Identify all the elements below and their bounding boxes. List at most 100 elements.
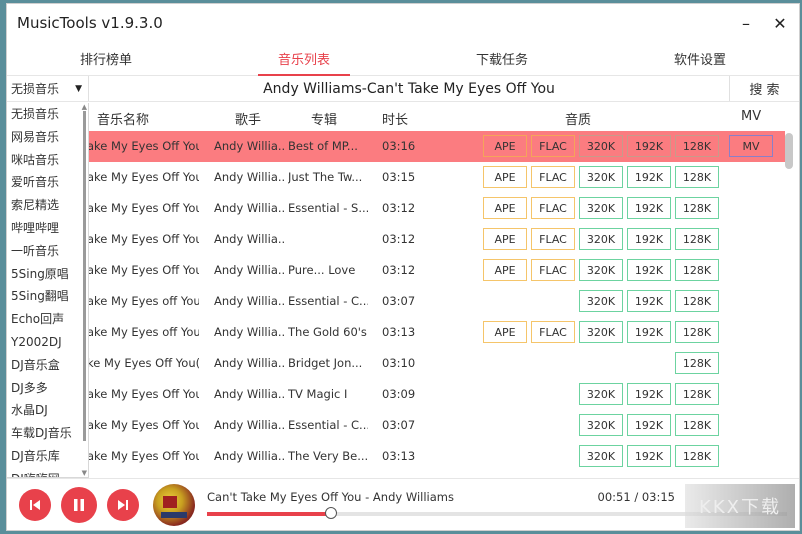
quality-128k-button[interactable]: 128K: [675, 228, 719, 250]
source-option[interactable]: 爱听音乐: [7, 171, 88, 194]
previous-button[interactable]: [19, 489, 51, 521]
tab-charts[interactable]: 排行榜单: [7, 42, 205, 75]
flac-button[interactable]: FLAC: [531, 197, 575, 219]
quality-192k-button[interactable]: 192K: [627, 197, 671, 219]
song-duration: 03:07: [382, 418, 416, 432]
scroll-up-icon[interactable]: ▲: [82, 103, 87, 111]
quality-192k-button[interactable]: 192K: [627, 166, 671, 188]
quality-320k-button[interactable]: 320K: [579, 135, 623, 157]
quality-320k-button[interactable]: 320K: [579, 445, 623, 467]
source-option[interactable]: DJ嗨嗨网: [7, 468, 88, 477]
table-row[interactable]: ake My Eyes Off You Andy Willia... Essenti…: [7, 193, 785, 224]
table-row[interactable]: ake My Eyes Off You Andy Willia... Just Th…: [7, 162, 785, 193]
song-artist: Andy Willia...: [214, 387, 286, 401]
source-option[interactable]: 水晶DJ: [7, 399, 88, 422]
source-option[interactable]: 索尼精选: [7, 194, 88, 217]
search-input[interactable]: [89, 76, 729, 101]
list-scrollbar[interactable]: [785, 133, 793, 169]
mv-button[interactable]: MV: [729, 135, 773, 157]
quality-192k-button[interactable]: 192K: [627, 259, 671, 281]
source-option[interactable]: 5Sing原唱: [7, 263, 88, 286]
table-row[interactable]: ake My Eyes Off You Andy Willia... 03:12 AP…: [7, 224, 785, 255]
quality-192k-button[interactable]: 192K: [627, 321, 671, 343]
table-row[interactable]: ke My Eyes Off You(U... Andy Willia...Bri…: [7, 348, 785, 379]
close-button[interactable]: ✕: [769, 12, 791, 34]
table-row[interactable]: ake My Eyes off You Andy Willia... The Gol…: [7, 317, 785, 348]
table-row[interactable]: ake My Eyes Off You Andy Willia... TV Magi…: [7, 379, 785, 410]
dropdown-scrollbar[interactable]: [83, 111, 86, 441]
quality-192k-button[interactable]: 192K: [627, 290, 671, 312]
source-option[interactable]: Y2002DJ: [7, 331, 88, 354]
ape-button[interactable]: APE: [483, 135, 527, 157]
quality-128k-button[interactable]: 128K: [675, 383, 719, 405]
flac-button[interactable]: FLAC: [531, 135, 575, 157]
quality-128k-button[interactable]: 128K: [675, 197, 719, 219]
ape-button[interactable]: APE: [483, 197, 527, 219]
quality-320k-button[interactable]: 320K: [579, 414, 623, 436]
ape-button[interactable]: APE: [483, 166, 527, 188]
source-select[interactable]: 无损音乐 ▼: [7, 76, 89, 101]
quality-320k-button[interactable]: 320K: [579, 383, 623, 405]
song-album: The Very Be...: [288, 449, 368, 463]
scroll-down-icon[interactable]: ▼: [82, 469, 87, 477]
source-option[interactable]: DJ音乐盒: [7, 354, 88, 377]
header-artist: 歌手: [235, 113, 262, 128]
quality-320k-button[interactable]: 320K: [579, 197, 623, 219]
progress-handle[interactable]: [324, 507, 337, 519]
quality-320k-button[interactable]: 320K: [579, 166, 623, 188]
source-option[interactable]: 车载DJ音乐: [7, 422, 88, 445]
quality-128k-button[interactable]: 128K: [675, 166, 719, 188]
flac-button[interactable]: FLAC: [531, 166, 575, 188]
source-option[interactable]: 无损音乐: [7, 103, 88, 126]
next-button[interactable]: [107, 489, 139, 521]
quality-128k-button[interactable]: 128K: [675, 259, 719, 281]
pause-button[interactable]: [61, 487, 97, 523]
quality-128k-button[interactable]: 128K: [675, 290, 719, 312]
quality-128k-button[interactable]: 128K: [675, 352, 719, 374]
quality-320k-button[interactable]: 320K: [579, 259, 623, 281]
tab-downloads[interactable]: 下载任务: [403, 42, 601, 75]
quality-128k-button[interactable]: 128K: [675, 321, 719, 343]
title-bar: MusicTools v1.9.3.0 – ✕: [7, 4, 799, 42]
minimize-icon: –: [742, 13, 750, 33]
quality-192k-button[interactable]: 192K: [627, 228, 671, 250]
flac-button[interactable]: FLAC: [531, 321, 575, 343]
quality-192k-button[interactable]: 192K: [627, 445, 671, 467]
table-row[interactable]: ake My Eyes Off You Andy Willia... Best of…: [7, 131, 785, 162]
flac-button[interactable]: FLAC: [531, 259, 575, 281]
source-option[interactable]: 哔哩哔哩: [7, 217, 88, 240]
source-option[interactable]: Echo回声: [7, 308, 88, 331]
song-duration: 03:09: [382, 387, 416, 401]
search-button[interactable]: 搜 索: [729, 76, 799, 101]
source-option[interactable]: 一听音乐: [7, 240, 88, 263]
song-album: Just The Tw...: [288, 170, 363, 184]
quality-128k-button[interactable]: 128K: [675, 414, 719, 436]
ape-button[interactable]: APE: [483, 228, 527, 250]
source-option[interactable]: 5Sing翻唱: [7, 285, 88, 308]
tab-music-list[interactable]: 音乐列表: [205, 42, 403, 75]
minimize-button[interactable]: –: [735, 12, 757, 34]
quality-320k-button[interactable]: 320K: [579, 290, 623, 312]
ape-button[interactable]: APE: [483, 321, 527, 343]
quality-128k-button[interactable]: 128K: [675, 445, 719, 467]
source-option[interactable]: 网易音乐: [7, 126, 88, 149]
watermark: KKX下载: [685, 484, 795, 528]
tab-settings[interactable]: 软件设置: [601, 42, 799, 75]
table-row[interactable]: ake My Eyes Off You Andy Willia... Pure...…: [7, 255, 785, 286]
quality-320k-button[interactable]: 320K: [579, 321, 623, 343]
quality-128k-button[interactable]: 128K: [675, 135, 719, 157]
source-option[interactable]: DJ音乐库: [7, 445, 88, 468]
table-row[interactable]: ake My Eyes Off You Andy Willia... Essenti…: [7, 410, 785, 441]
ape-button[interactable]: APE: [483, 259, 527, 281]
source-option[interactable]: 咪咕音乐: [7, 149, 88, 172]
flac-button[interactable]: FLAC: [531, 228, 575, 250]
quality-192k-button[interactable]: 192K: [627, 414, 671, 436]
table-row[interactable]: ake My Eyes off You Andy Willia... Essenti…: [7, 286, 785, 317]
quality-192k-button[interactable]: 192K: [627, 135, 671, 157]
table-row[interactable]: ake My Eyes Off You Andy Willia... The Ver…: [7, 441, 785, 472]
header-album: 专辑: [311, 113, 338, 128]
source-option[interactable]: DJ多多: [7, 377, 88, 400]
quality-192k-button[interactable]: 192K: [627, 383, 671, 405]
skip-previous-icon: [30, 500, 40, 510]
quality-320k-button[interactable]: 320K: [579, 228, 623, 250]
